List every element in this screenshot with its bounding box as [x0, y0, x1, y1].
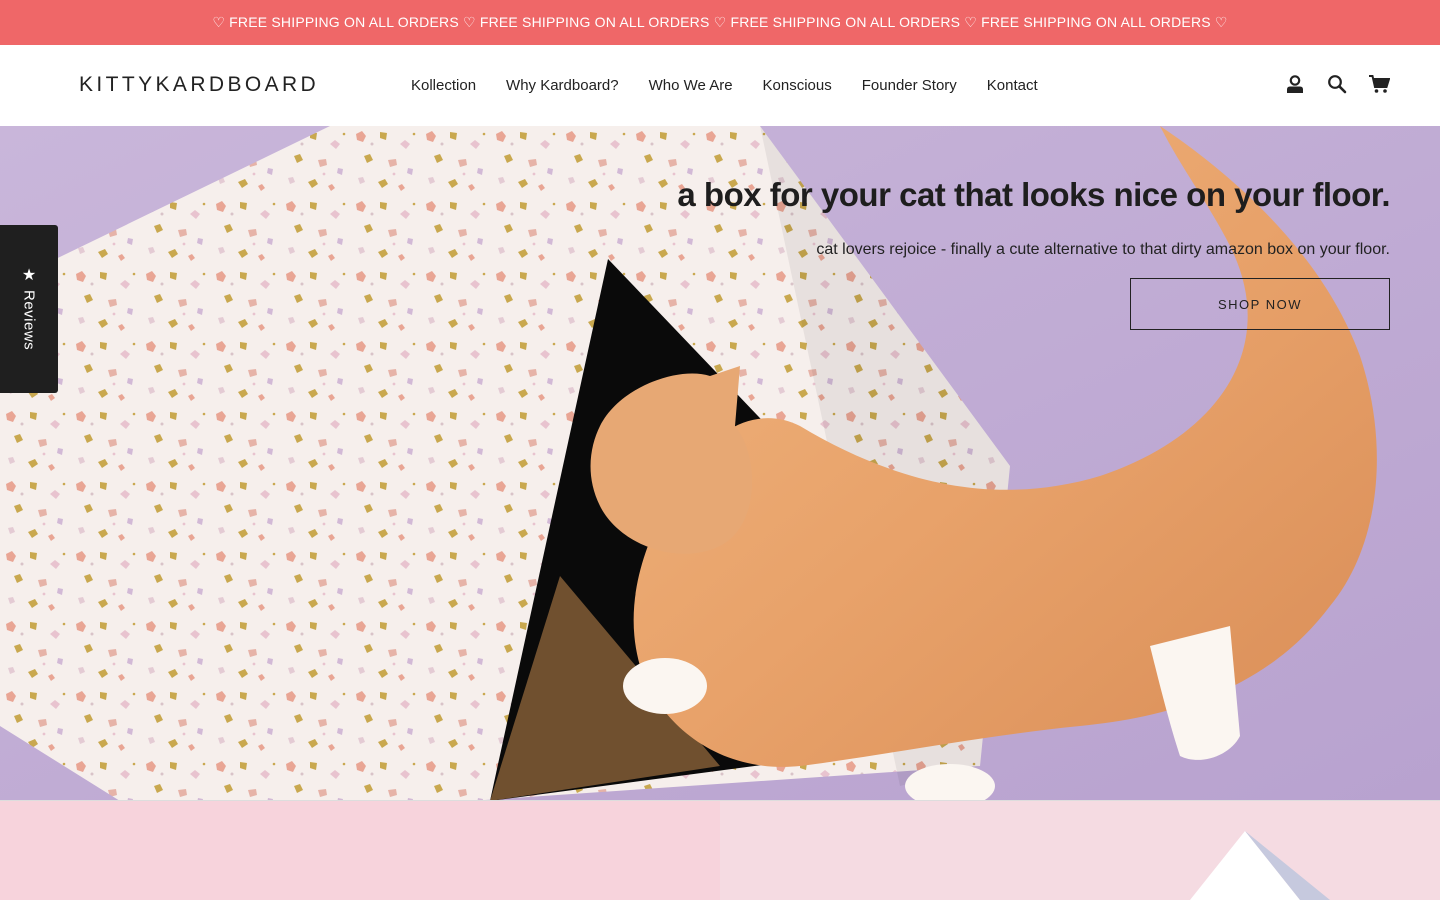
nav-item-kollection[interactable]: Kollection	[396, 77, 491, 94]
announcement-text: ♡ FREE SHIPPING ON ALL ORDERS ♡ FREE SHI…	[212, 14, 1228, 30]
search-icon[interactable]	[1326, 73, 1348, 95]
site-header: KITTYKARDBOARD Kollection Why Kardboard?…	[0, 45, 1440, 126]
main-nav: Kollection Why Kardboard? Who We Are Kon…	[396, 45, 1053, 126]
hero-title: a box for your cat that looks nice on yo…	[677, 176, 1390, 213]
nav-item-why-kardboard[interactable]: Why Kardboard?	[491, 77, 634, 94]
next-section-preview	[0, 801, 1440, 900]
site-logo[interactable]: KITTYKARDBOARD	[79, 73, 319, 97]
hero-text-block: a box for your cat that looks nice on yo…	[630, 174, 1390, 260]
shop-now-button[interactable]: SHOP NOW	[1130, 278, 1390, 330]
nav-item-kontact[interactable]: Kontact	[972, 77, 1053, 94]
nav-item-konscious[interactable]: Konscious	[748, 77, 847, 94]
header-icons	[1284, 73, 1390, 95]
cart-icon[interactable]	[1368, 73, 1390, 95]
next-section-image	[0, 801, 1440, 900]
announcement-bar: ♡ FREE SHIPPING ON ALL ORDERS ♡ FREE SHI…	[0, 0, 1440, 45]
star-icon: ★	[21, 266, 37, 284]
reviews-label: Reviews	[20, 289, 38, 351]
hero-banner: a box for your cat that looks nice on yo…	[0, 126, 1440, 801]
nav-item-who-we-are[interactable]: Who We Are	[634, 77, 748, 94]
reviews-tab[interactable]: ★ Reviews	[0, 225, 58, 393]
nav-item-founder-story[interactable]: Founder Story	[847, 77, 972, 94]
hero-subtitle: cat lovers rejoice - finally a cute alte…	[816, 241, 1390, 258]
account-icon[interactable]	[1284, 73, 1306, 95]
